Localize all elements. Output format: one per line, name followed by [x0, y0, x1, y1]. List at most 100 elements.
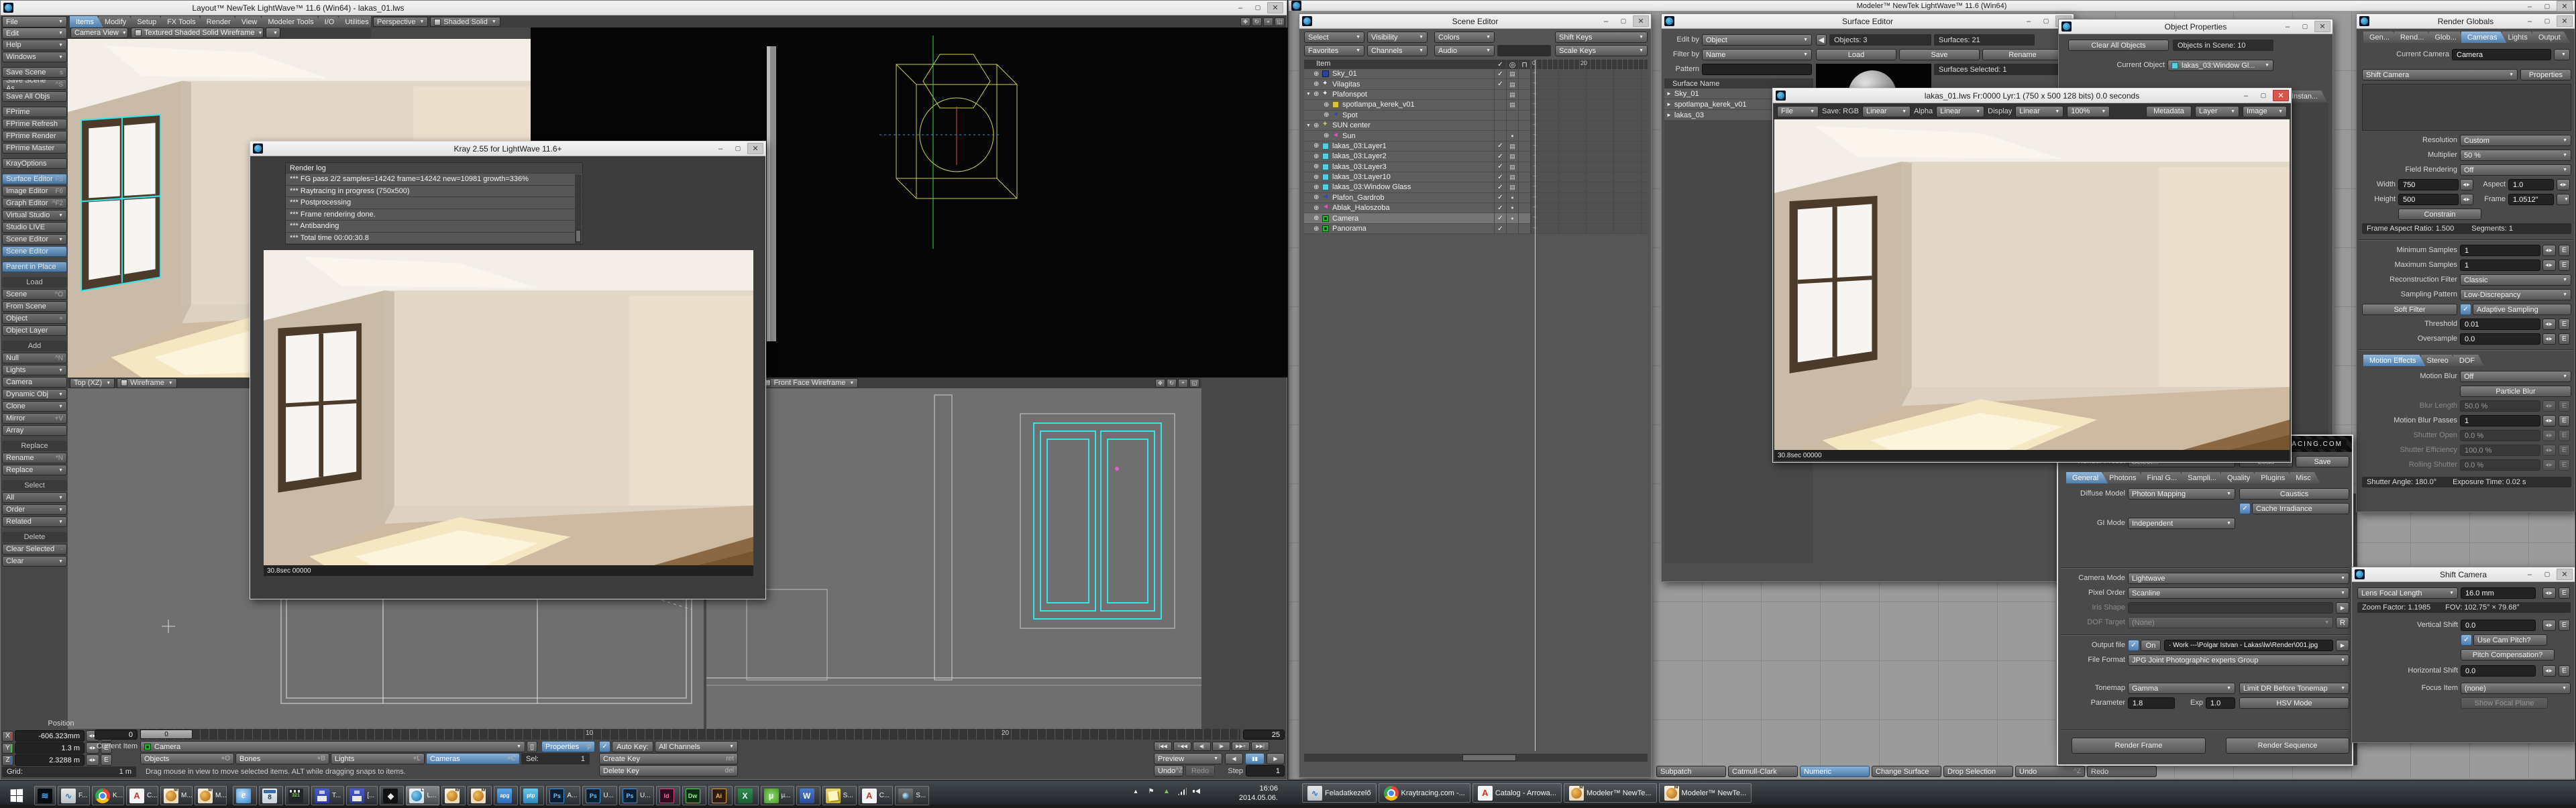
- lock-cell[interactable]: [1519, 162, 1531, 172]
- save-rgb-dropdown[interactable]: Linear▼: [1862, 106, 1911, 117]
- minimize-icon[interactable]: –: [2522, 1, 2538, 12]
- timeline-cell[interactable]: [1531, 182, 1648, 192]
- timeline-cell[interactable]: [1531, 90, 1648, 99]
- scale-keys-dropdown[interactable]: Scale Keys▼: [1555, 45, 1648, 56]
- column-eye-icon[interactable]: ◎: [1507, 60, 1519, 69]
- current-camera-field[interactable]: Camera: [2452, 49, 2551, 60]
- shutter-efficiency-stepper[interactable]: ◀▶: [2542, 445, 2556, 456]
- sidebar-item[interactable]: Lights▼: [2, 365, 67, 376]
- camera-plugin-dropdown[interactable]: Shift Camera▼: [2362, 69, 2518, 80]
- column-check-icon[interactable]: ✓: [1495, 60, 1507, 69]
- shutter-open-envelope-button[interactable]: E: [2559, 430, 2570, 441]
- close-icon[interactable]: ✕: [747, 143, 763, 154]
- preview-dropdown[interactable]: Preview▼: [1154, 753, 1222, 764]
- maximize-icon[interactable]: ▢: [2255, 90, 2271, 101]
- scrollbar-thumb[interactable]: [576, 230, 581, 242]
- next-key-button[interactable]: ▶▶+: [1232, 742, 1250, 751]
- collapse-panel-button[interactable]: ◀: [1816, 34, 1827, 46]
- sidebar-item[interactable]: Related▼: [2, 516, 67, 527]
- pixel-order-dropdown[interactable]: Scanline▼: [2128, 587, 2349, 599]
- rolling-shutter-field[interactable]: 0.0 %: [2460, 459, 2540, 471]
- blur-length-field[interactable]: 50.0 %: [2460, 400, 2540, 412]
- create-key-button[interactable]: Create Keyret: [599, 753, 738, 764]
- expand-arrow-icon[interactable]: ►: [1666, 112, 1672, 118]
- properties-button[interactable]: Propertiesp: [541, 741, 595, 752]
- delete-key-button[interactable]: Delete Keydel: [599, 765, 738, 776]
- lock-cell[interactable]: [1519, 131, 1531, 140]
- expand-arrow-icon[interactable]: ▼: [1306, 92, 1313, 97]
- scene-item-row[interactable]: ▼⊕Spot ✓: [1304, 111, 1648, 121]
- lock-cell[interactable]: [1519, 152, 1531, 161]
- channels-dropdown[interactable]: Channels▼: [1367, 45, 1428, 56]
- visibility-cell[interactable]: [1507, 162, 1519, 172]
- lock-cell[interactable]: [1519, 141, 1531, 151]
- scene-item-row[interactable]: ▼⊕Plafonspot ✓: [1304, 90, 1648, 100]
- timeline-ruler[interactable]: 0 10 20: [139, 729, 1240, 740]
- cache-irradiance-checkbox[interactable]: ✓: [2239, 503, 2251, 514]
- active-check-cell[interactable]: ✓: [1495, 121, 1507, 130]
- sidebar-item[interactable]: FPrime▼: [2, 107, 67, 117]
- autokey-channels-dropdown[interactable]: All Channels▼: [655, 741, 738, 752]
- sidebar-item[interactable]: Image EditorF6▼: [2, 186, 67, 196]
- maximize-icon[interactable]: ▢: [2038, 15, 2054, 27]
- position-x-field[interactable]: -606.323mm: [15, 730, 85, 742]
- autokey-button[interactable]: Auto Key:: [612, 741, 653, 752]
- go-to-start-button[interactable]: |◀◀: [1154, 742, 1172, 751]
- viewport-bl-style-dropdown[interactable]: Wireframe▼: [117, 378, 177, 388]
- metadata-button[interactable]: Metadata: [2146, 106, 2192, 117]
- visibility-cell[interactable]: [1507, 141, 1519, 151]
- timeline-cell[interactable]: [1531, 131, 1648, 140]
- preset-save-button[interactable]: Save: [2296, 456, 2349, 467]
- active-check-cell[interactable]: ✓: [1495, 111, 1507, 120]
- expand-plus-icon[interactable]: ⊕: [1313, 174, 1322, 181]
- shutter-efficiency-envelope-button[interactable]: E: [2559, 445, 2570, 456]
- blur-length-envelope-button[interactable]: E: [2559, 400, 2570, 412]
- pause-button[interactable]: ▮▮: [1245, 753, 1265, 764]
- taskbar-window-button[interactable]: Modeler™ NewTe...: [1564, 783, 1657, 803]
- favorites-dropdown[interactable]: Favorites▼: [1304, 45, 1364, 56]
- modeler-bottom-button[interactable]: Redo: [2087, 766, 2157, 777]
- sidebar-item[interactable]: Windows▼: [2, 52, 67, 62]
- taskbar-window-button[interactable]: M...: [160, 786, 193, 805]
- render-frame-button[interactable]: Render Frame: [2072, 738, 2206, 754]
- scene-item-row[interactable]: ▼⊕Ablak_Haloszoba ✓: [1304, 203, 1648, 213]
- sidebar-item[interactable]: Scene Editor▼: [2, 234, 67, 245]
- timeline-cell[interactable]: [1531, 213, 1648, 223]
- particle-blur-button[interactable]: Particle Blur: [2460, 386, 2571, 397]
- pan-icon[interactable]: ✥: [1240, 17, 1250, 26]
- adaptive-sampling-checkbox[interactable]: ✓: [2460, 304, 2471, 315]
- step-back-button[interactable]: ◀|: [1193, 742, 1211, 751]
- focal-length-stepper[interactable]: ◀▶: [2542, 587, 2556, 599]
- active-check-cell[interactable]: ✓: [1495, 213, 1507, 223]
- viewport-tr-view-dropdown[interactable]: Perspective▼: [373, 17, 428, 27]
- taskbar-app-button[interactable]: S...: [822, 786, 857, 805]
- motion-effects-tab[interactable]: DOF: [2453, 355, 2484, 366]
- reconstruction-filter-dropdown[interactable]: Classic▼: [2460, 274, 2571, 286]
- layout-titlebar[interactable]: Layout™ NewTek LightWave™ 11.6 (Win64) -…: [1, 1, 1287, 15]
- lock-cell[interactable]: [1519, 79, 1531, 89]
- viewport-bl-view-dropdown[interactable]: Top (XZ)▼: [70, 378, 115, 388]
- minimize-icon[interactable]: –: [2238, 90, 2254, 101]
- load-button[interactable]: Load: [1816, 49, 1896, 60]
- minimize-icon[interactable]: –: [712, 143, 729, 154]
- min-samples-envelope-button[interactable]: E: [2559, 245, 2570, 256]
- sidebar-item[interactable]: Virtual Studio▼: [2, 210, 67, 221]
- minimize-icon[interactable]: –: [2522, 569, 2538, 580]
- object-properties-titlebar[interactable]: Object Properties – ▢ ✕: [2059, 19, 2332, 34]
- sidebar-item[interactable]: Studio LIVE▼: [2, 222, 67, 233]
- sidebar-item[interactable]: FPrime Render▼: [2, 131, 67, 141]
- modeler-bottom-button[interactable]: Change Surface: [1872, 766, 1941, 777]
- sidebar-item[interactable]: Parent in Place▼: [2, 262, 67, 272]
- position-z-stepper[interactable]: ◀▶: [86, 754, 99, 766]
- visibility-cell[interactable]: [1507, 100, 1519, 109]
- sidebar-item[interactable]: Order▼: [2, 504, 67, 515]
- modeler-bottom-button[interactable]: Catmull-Clark: [1728, 766, 1798, 777]
- lock-cell[interactable]: [1519, 213, 1531, 223]
- sidebar-item[interactable]: Rename*N▼: [2, 453, 67, 463]
- go-to-end-button[interactable]: ▶▶|: [1251, 742, 1269, 751]
- close-icon[interactable]: ✕: [2557, 15, 2573, 27]
- threshold-field[interactable]: 0.01: [2460, 319, 2540, 330]
- expand-arrow-icon[interactable]: ▼: [1306, 123, 1313, 128]
- rolling-shutter-stepper[interactable]: ◀▶: [2542, 459, 2556, 471]
- maximize-icon[interactable]: ▢: [2297, 21, 2313, 32]
